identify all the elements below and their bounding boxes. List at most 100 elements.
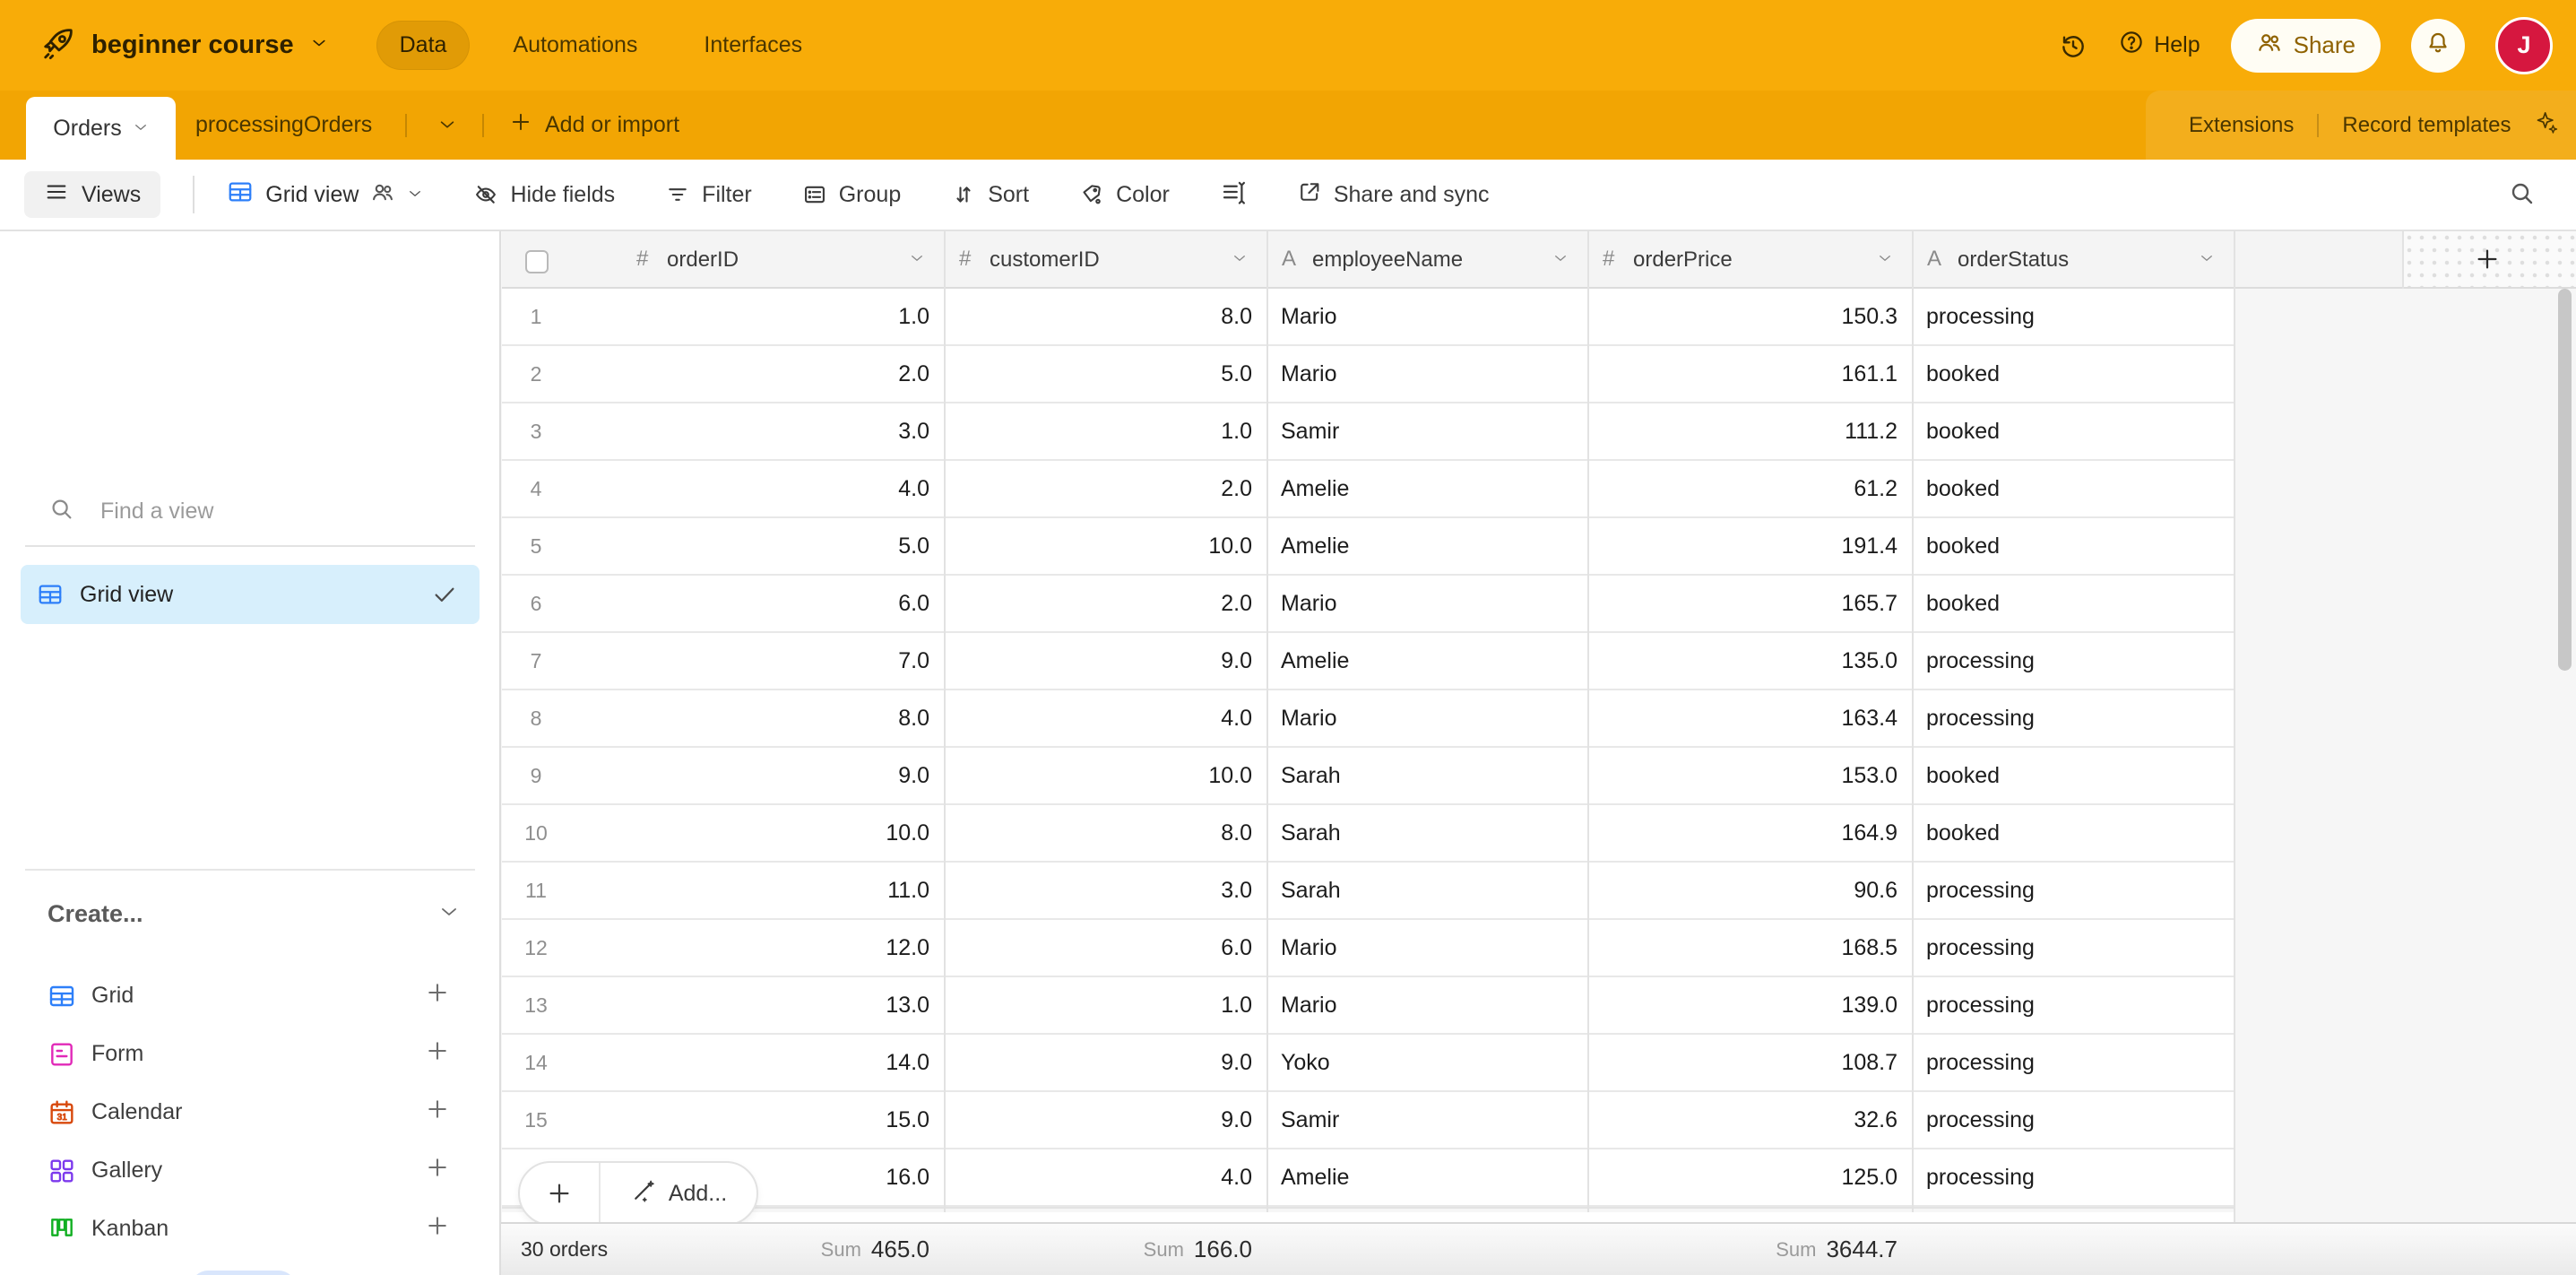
cell-orderStatus[interactable]: booked <box>1926 461 2234 516</box>
cell-orderStatus[interactable]: booked <box>1926 346 2234 402</box>
cell-orderStatus[interactable]: booked <box>1926 805 2234 861</box>
find-view-input[interactable] <box>99 498 425 525</box>
cell-customerID[interactable]: 6.0 <box>944 920 1252 976</box>
sidebar-item-grid-view[interactable]: Grid view <box>21 565 480 624</box>
add-record-button[interactable] <box>520 1163 601 1224</box>
add-view-plus-icon[interactable] <box>425 1097 450 1126</box>
create-section-header[interactable]: Create... <box>48 900 460 928</box>
cell-orderPrice[interactable]: 164.9 <box>1587 805 1897 861</box>
create-item-kanban[interactable]: Kanban <box>0 1200 499 1258</box>
toolbar-filter-button[interactable]: Filter <box>665 182 752 208</box>
chevron-down-icon[interactable] <box>2199 250 2215 271</box>
cell-customerID[interactable]: 8.0 <box>944 289 1252 344</box>
cell-orderPrice[interactable]: 32.6 <box>1587 1092 1897 1148</box>
cell-customerID[interactable]: 9.0 <box>944 633 1252 689</box>
cell-orderID[interactable]: 10.0 <box>502 805 929 861</box>
cell-orderStatus[interactable]: processing <box>1926 1092 2234 1148</box>
cell-orderPrice[interactable]: 163.4 <box>1587 690 1897 746</box>
cell-orderPrice[interactable]: 161.1 <box>1587 346 1897 402</box>
extensions-button[interactable]: Extensions <box>2189 113 2294 138</box>
cell-orderStatus[interactable]: booked <box>1926 576 2234 631</box>
help-button[interactable]: Help <box>2118 29 2200 62</box>
cell-orderStatus[interactable]: booked <box>1926 748 2234 803</box>
add-field-button[interactable] <box>2403 231 2571 287</box>
find-view-search[interactable] <box>48 496 425 527</box>
cell-orderID[interactable]: 13.0 <box>502 977 929 1033</box>
cell-orderPrice[interactable]: 168.5 <box>1587 920 1897 976</box>
cell-customerID[interactable]: 9.0 <box>944 1092 1252 1148</box>
cell-orderStatus[interactable]: processing <box>1926 289 2234 344</box>
cell-orderPrice[interactable]: 90.6 <box>1587 863 1897 918</box>
cell-orderPrice[interactable]: 191.4 <box>1587 518 1897 574</box>
cell-orderStatus[interactable]: processing <box>1926 863 2234 918</box>
cell-employeeName[interactable]: Amelie <box>1281 633 1587 689</box>
column-header-orderStatus[interactable]: orderStatus <box>1958 247 2069 273</box>
topbar-nav-automations[interactable]: Automations <box>489 21 661 70</box>
chevron-down-icon[interactable] <box>1877 250 1893 271</box>
cell-orderID[interactable]: 12.0 <box>502 920 929 976</box>
chevron-down-icon[interactable] <box>909 250 925 271</box>
cell-orderPrice[interactable]: 153.0 <box>1587 748 1897 803</box>
cell-customerID[interactable]: 1.0 <box>944 403 1252 459</box>
cell-orderPrice[interactable]: 125.0 <box>1587 1149 1897 1205</box>
cell-customerID[interactable]: 10.0 <box>944 518 1252 574</box>
cell-customerID[interactable]: 10.0 <box>944 748 1252 803</box>
sum-orderID[interactable]: Sum465.0 <box>502 1224 929 1275</box>
cell-orderPrice[interactable]: 139.0 <box>1587 977 1897 1033</box>
chevron-down-icon[interactable] <box>1552 250 1569 271</box>
cell-customerID[interactable]: 2.0 <box>944 576 1252 631</box>
select-all-checkbox[interactable] <box>525 250 549 273</box>
create-item-form[interactable]: Form <box>0 1025 499 1083</box>
toolbar-group-button[interactable]: Group <box>802 182 901 208</box>
cell-orderID[interactable]: 14.0 <box>502 1035 929 1090</box>
tab-orders[interactable]: Orders <box>26 97 176 160</box>
column-header-orderID[interactable]: orderID <box>667 247 739 273</box>
cell-employeeName[interactable]: Amelie <box>1281 461 1587 516</box>
cell-orderStatus[interactable]: processing <box>1926 633 2234 689</box>
cell-employeeName[interactable]: Samir <box>1281 1092 1587 1148</box>
cell-orderPrice[interactable]: 61.2 <box>1587 461 1897 516</box>
column-header-orderPrice[interactable]: orderPrice <box>1633 247 1733 273</box>
create-item-timeline[interactable]: TimelineTeam <box>0 1258 499 1275</box>
cell-employeeName[interactable]: Sarah <box>1281 748 1587 803</box>
record-templates-button[interactable]: Record templates <box>2342 113 2511 138</box>
cell-orderID[interactable]: 5.0 <box>502 518 929 574</box>
topbar-nav-data[interactable]: Data <box>376 21 471 70</box>
cell-orderStatus[interactable]: processing <box>1926 920 2234 976</box>
cell-employeeName[interactable]: Mario <box>1281 576 1587 631</box>
cell-orderID[interactable]: 8.0 <box>502 690 929 746</box>
add-view-plus-icon[interactable] <box>425 1213 450 1243</box>
row-height-button[interactable] <box>1220 178 1247 212</box>
cell-orderStatus[interactable]: booked <box>1926 403 2234 459</box>
base-title[interactable]: beginner course <box>91 30 294 60</box>
cell-customerID[interactable]: 4.0 <box>944 1149 1252 1205</box>
add-view-plus-icon[interactable] <box>425 1155 450 1184</box>
cell-employeeName[interactable]: Sarah <box>1281 863 1587 918</box>
cell-orderPrice[interactable]: 150.3 <box>1587 289 1897 344</box>
topbar-nav-interfaces[interactable]: Interfaces <box>680 21 826 70</box>
cell-orderID[interactable]: 4.0 <box>502 461 929 516</box>
search-icon[interactable] <box>2508 179 2537 212</box>
cell-orderID[interactable]: 9.0 <box>502 748 929 803</box>
chevron-down-icon[interactable] <box>1232 250 1248 271</box>
cell-orderID[interactable]: 3.0 <box>502 403 929 459</box>
cell-orderStatus[interactable]: processing <box>1926 1149 2234 1205</box>
cell-orderStatus[interactable]: processing <box>1926 1035 2234 1090</box>
cell-employeeName[interactable]: Mario <box>1281 289 1587 344</box>
cell-employeeName[interactable]: Mario <box>1281 920 1587 976</box>
views-button[interactable]: Views <box>24 171 160 218</box>
tab-processing-orders[interactable]: processingOrders <box>195 91 372 160</box>
column-header-employeeName[interactable]: employeeName <box>1312 247 1463 273</box>
cell-employeeName[interactable]: Sarah <box>1281 805 1587 861</box>
share-and-sync-button[interactable]: Share and sync <box>1297 179 1490 211</box>
cell-customerID[interactable]: 4.0 <box>944 690 1252 746</box>
toolbar-sort-button[interactable]: Sort <box>951 182 1029 208</box>
avatar[interactable]: J <box>2495 17 2553 74</box>
add-view-plus-icon[interactable] <box>425 1038 450 1068</box>
add-view-plus-icon[interactable] <box>425 980 450 1010</box>
cell-orderPrice[interactable]: 111.2 <box>1587 403 1897 459</box>
cell-orderID[interactable]: 1.0 <box>502 289 929 344</box>
cell-orderID[interactable]: 11.0 <box>502 863 929 918</box>
cell-orderStatus[interactable]: booked <box>1926 518 2234 574</box>
sum-orderPrice[interactable]: Sum3644.7 <box>1587 1224 1897 1275</box>
